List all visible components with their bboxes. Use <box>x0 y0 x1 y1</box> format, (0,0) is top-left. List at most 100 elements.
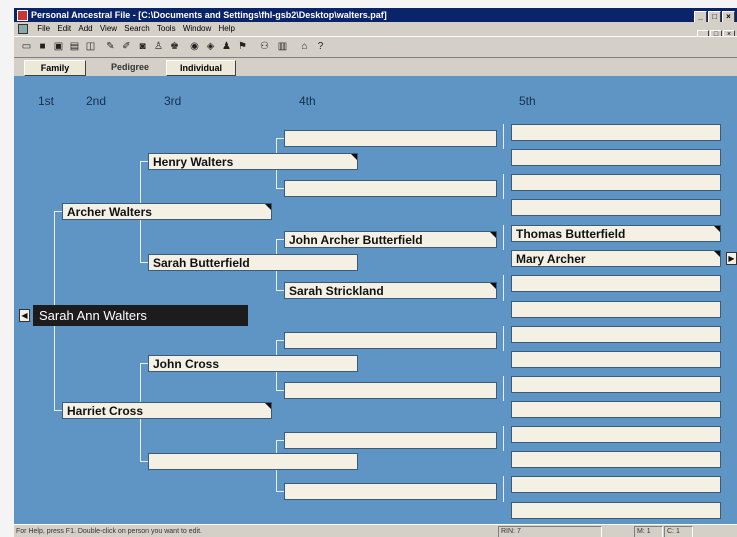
toolbar: ▭ ■ ▣ ▤ ◫ ✎ ✐ ◙ ♙ ♚ ◉ ◈ ♟ ⚑ ⚇ ▥ ⌂ ? <box>14 36 737 58</box>
parent-box-father[interactable]: Archer Walters <box>62 203 272 220</box>
connector-line <box>276 290 284 291</box>
home-icon[interactable]: ⌂ <box>298 40 311 53</box>
connector-line <box>503 476 504 502</box>
gen5-box-14[interactable] <box>511 451 721 468</box>
connector-line <box>140 262 148 263</box>
menu-help[interactable]: Help <box>219 24 235 33</box>
gen5-box-3[interactable] <box>511 174 721 191</box>
gen5-box-13[interactable] <box>511 426 721 443</box>
generation-header-3: 3rd <box>164 94 182 108</box>
status-field-2: M: 1 <box>634 526 663 537</box>
connector-line <box>54 211 55 305</box>
edit-individual-icon[interactable]: ✎ <box>104 40 117 53</box>
connector-line <box>503 225 504 250</box>
connector-line <box>140 161 148 162</box>
connector-line <box>54 211 62 212</box>
gen5-box-2[interactable] <box>511 149 721 166</box>
gen5-box-1[interactable] <box>511 124 721 141</box>
status-field-3: C: 1 <box>664 526 693 537</box>
save-as-icon[interactable]: ▣ <box>52 40 65 53</box>
status-help-text: For Help, press F1. Double-click on pers… <box>16 528 202 535</box>
connector-line <box>276 340 284 341</box>
connector-line <box>503 326 504 351</box>
match-icon[interactable]: ⚑ <box>236 40 249 53</box>
gen4-box-6[interactable] <box>284 382 497 399</box>
tab-family[interactable]: Family <box>24 60 86 76</box>
connector-line <box>276 239 284 240</box>
gen5-box-11[interactable] <box>511 376 721 393</box>
book-icon[interactable]: ▥ <box>276 40 289 53</box>
menu-edit[interactable]: Edit <box>57 24 71 33</box>
document-icon[interactable] <box>18 24 28 34</box>
connector-line <box>276 390 284 391</box>
gen5-box-10[interactable] <box>511 351 721 368</box>
application-window: Personal Ancestral File - [C:\Documents … <box>14 8 737 537</box>
add-parents-icon[interactable]: ♙ <box>152 40 165 53</box>
primary-person-box[interactable]: Sarah Ann Walters <box>33 305 248 326</box>
generation-header-1: 1st <box>38 94 55 108</box>
printer-icon[interactable]: ◫ <box>84 40 97 53</box>
grandparent-box-2[interactable]: Sarah Butterfield <box>148 254 358 271</box>
connector-line <box>503 376 504 401</box>
search-icon[interactable]: ◉ <box>188 40 201 53</box>
merge-icon[interactable]: ⚇ <box>258 40 271 53</box>
tab-pedigree[interactable]: Pedigree <box>100 60 160 74</box>
add-spouse-icon[interactable]: ♚ <box>168 40 181 53</box>
connector-line <box>276 138 284 139</box>
menu-window[interactable]: Window <box>183 24 211 33</box>
connector-line <box>140 363 148 364</box>
title-bar: Personal Ancestral File - [C:\Documents … <box>14 8 737 23</box>
menu-file[interactable]: File <box>37 24 50 33</box>
tab-individual[interactable]: Individual <box>166 60 236 76</box>
generation-header-4: 4th <box>299 94 316 108</box>
connector-line <box>140 461 148 462</box>
connector-line <box>54 410 62 411</box>
gen5-box-9[interactable] <box>511 326 721 343</box>
grandparent-box-4[interactable] <box>148 453 358 470</box>
app-icon <box>17 10 28 21</box>
camera-icon[interactable]: ◙ <box>136 40 149 53</box>
grandparent-box-3[interactable]: John Cross <box>148 355 358 372</box>
connector-line <box>276 491 284 492</box>
window-title: Personal Ancestral File - [C:\Documents … <box>31 10 387 20</box>
gen4-box-3[interactable]: John Archer Butterfield <box>284 231 497 248</box>
gen5-box-4[interactable] <box>511 199 721 216</box>
index-icon[interactable]: ♟ <box>220 40 233 53</box>
nav-left-arrow-icon[interactable]: ◀ <box>19 309 30 322</box>
gen4-box-4[interactable]: Sarah Strickland <box>284 282 497 299</box>
connector-line <box>503 275 504 301</box>
gen5-box-5[interactable]: Thomas Butterfield <box>511 225 721 242</box>
print-icon[interactable]: ▤ <box>68 40 81 53</box>
edit-marriage-icon[interactable]: ✐ <box>120 40 133 53</box>
nav-right-arrow-icon[interactable]: ▶ <box>726 252 737 265</box>
menu-view[interactable]: View <box>100 24 117 33</box>
grandparent-box-1[interactable]: Henry Walters <box>148 153 358 170</box>
gen5-box-15[interactable] <box>511 476 721 493</box>
menu-tools[interactable]: Tools <box>157 24 176 33</box>
window-controls: _ □ × <box>693 9 735 23</box>
connector-line <box>54 326 55 410</box>
generation-header-2: 2nd <box>86 94 107 108</box>
menu-search[interactable]: Search <box>124 24 149 33</box>
status-rin: RIN: 7 <box>498 526 602 537</box>
open-icon[interactable]: ▭ <box>20 40 33 53</box>
help-icon[interactable]: ? <box>314 40 327 53</box>
gen5-box-12[interactable] <box>511 401 721 418</box>
gen5-box-8[interactable] <box>511 301 721 318</box>
connector-line <box>276 440 284 441</box>
gen4-box-5[interactable] <box>284 332 497 349</box>
menu-add[interactable]: Add <box>78 24 92 33</box>
gen4-box-8[interactable] <box>284 483 497 500</box>
gen5-box-16[interactable] <box>511 502 721 519</box>
connector-line <box>503 174 504 199</box>
pedigree-chart: 1st 2nd 3rd 4th 5th ◀ Sarah Ann Walters … <box>14 76 737 524</box>
save-icon[interactable]: ■ <box>36 40 49 53</box>
gen5-box-7[interactable] <box>511 275 721 292</box>
connector-line <box>276 188 284 189</box>
gen4-box-2[interactable] <box>284 180 497 197</box>
gen4-box-1[interactable] <box>284 130 497 147</box>
gen5-box-6[interactable]: Mary Archer <box>511 250 721 267</box>
gen4-box-7[interactable] <box>284 432 497 449</box>
parent-box-mother[interactable]: Harriet Cross <box>62 402 272 419</box>
find-icon[interactable]: ◈ <box>204 40 217 53</box>
